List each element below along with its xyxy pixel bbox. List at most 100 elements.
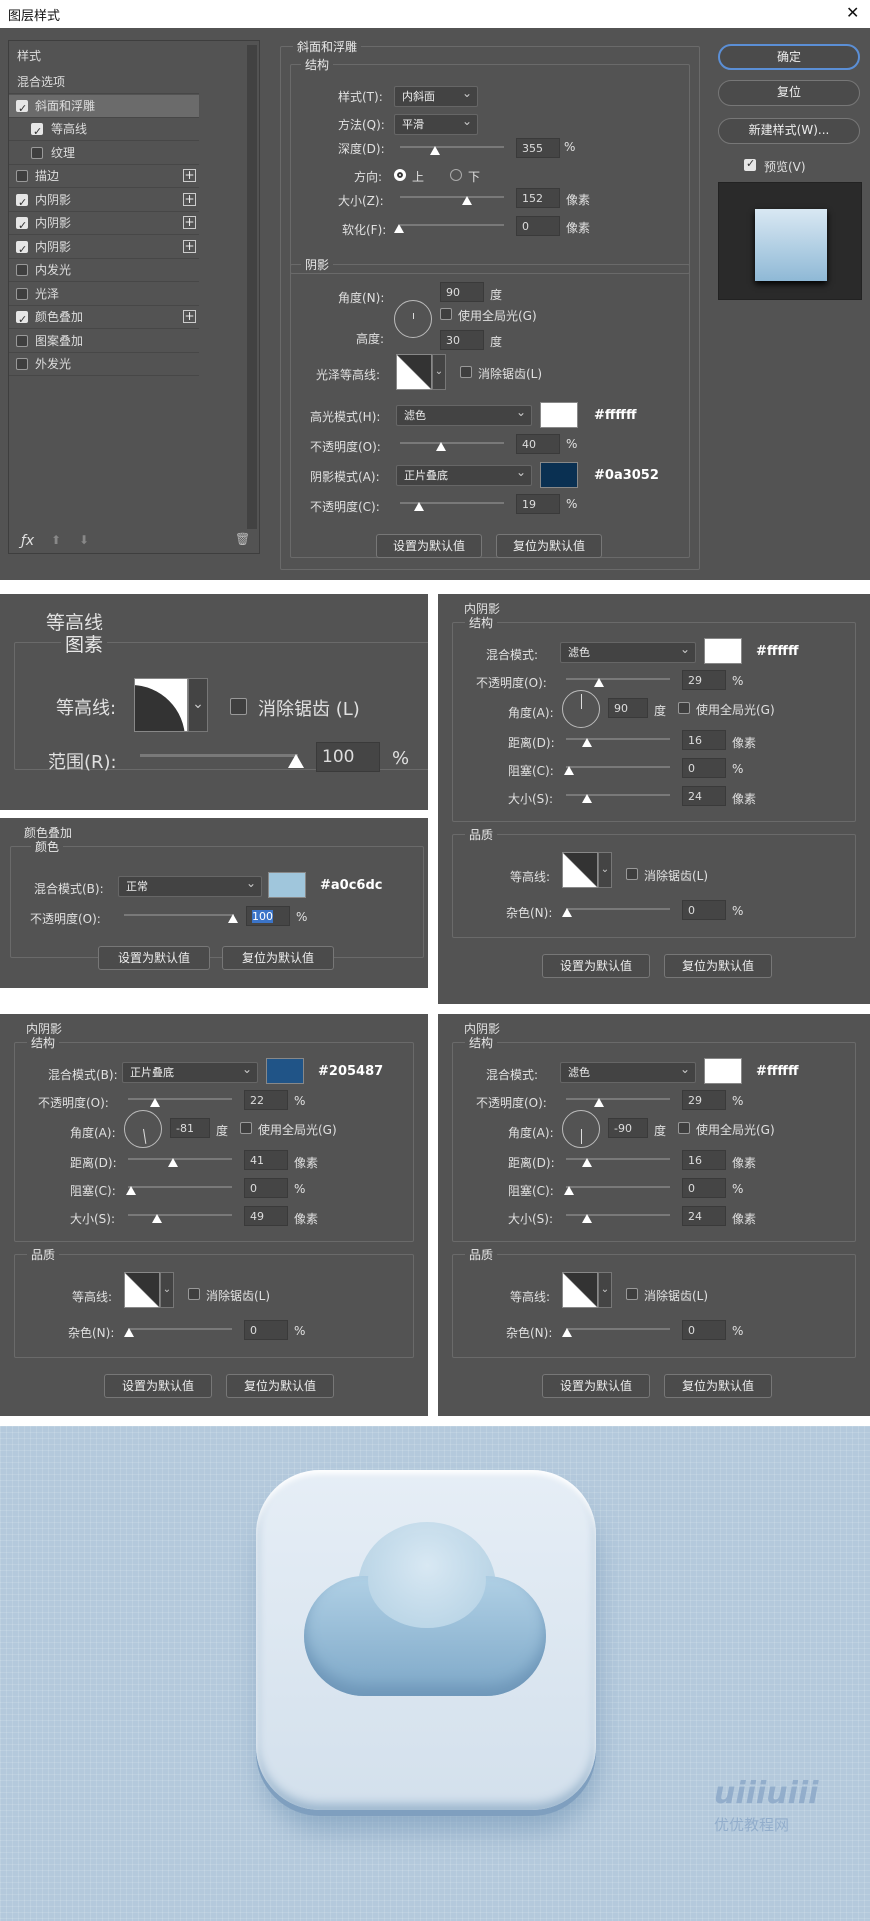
add-effect-icon[interactable]: + (183, 169, 196, 182)
shadow-opacity-input[interactable]: 19 (516, 494, 560, 514)
choke-slider-handle[interactable] (564, 1186, 574, 1195)
move-up-icon[interactable]: ⬆ (51, 533, 61, 547)
direction-down-radio[interactable] (450, 169, 462, 181)
preview-checkbox[interactable] (744, 157, 756, 171)
opacity-slider-handle[interactable] (150, 1098, 160, 1107)
angle-dial[interactable] (562, 1110, 600, 1148)
contour-picker[interactable] (562, 1272, 598, 1308)
sidebar-item-checkbox[interactable] (16, 287, 28, 300)
blend-mode-select[interactable]: 滤色 (560, 1062, 696, 1083)
sidebar-item[interactable]: 混合选项 (9, 71, 199, 94)
choke-slider[interactable] (128, 1186, 232, 1188)
style-select[interactable]: 内斜面 (394, 86, 478, 107)
sidebar-item[interactable]: 内发光 (9, 259, 199, 282)
opacity-slider-handle[interactable] (594, 1098, 604, 1107)
opacity-input[interactable]: 22 (244, 1090, 288, 1110)
size-input[interactable]: 24 (682, 1206, 726, 1226)
blend-mode-select[interactable]: 滤色 (560, 642, 696, 663)
depth-input[interactable]: 355 (516, 138, 560, 158)
set-default-button[interactable]: 设置为默认值 (542, 954, 650, 978)
opacity-slider[interactable] (566, 1098, 670, 1100)
reset-default-button[interactable]: 复位为默认值 (664, 1374, 772, 1398)
add-effect-icon[interactable]: + (183, 216, 196, 229)
sidebar-item-checkbox[interactable] (16, 358, 28, 370)
sidebar-item-checkbox[interactable] (16, 98, 28, 120)
gloss-contour-picker[interactable] (396, 354, 432, 390)
sidebar-item[interactable]: 内阴影 + (9, 189, 199, 214)
size-input[interactable]: 49 (244, 1206, 288, 1226)
distance-slider-handle[interactable] (582, 738, 592, 747)
reset-default-button[interactable]: 复位为默认值 (664, 954, 772, 978)
fx-icon[interactable]: ƒx (21, 533, 34, 549)
size-slider-handle[interactable] (582, 794, 592, 803)
add-effect-icon[interactable]: + (183, 239, 196, 253)
global-light-checkbox[interactable] (240, 1122, 252, 1134)
choke-slider-handle[interactable] (126, 1186, 136, 1195)
contour-picker[interactable] (124, 1272, 160, 1308)
distance-slider-handle[interactable] (168, 1158, 178, 1167)
technique-select[interactable]: 平滑 (394, 114, 478, 135)
depth-slider[interactable] (400, 146, 504, 148)
range-input[interactable]: 100 (316, 742, 380, 772)
noise-slider-handle[interactable] (562, 1328, 572, 1337)
global-light-checkbox[interactable] (440, 308, 452, 320)
overlay-opacity-input[interactable]: 100 (246, 906, 290, 926)
size-input[interactable]: 24 (682, 786, 726, 806)
antialias-checkbox[interactable] (188, 1288, 200, 1300)
contour-picker[interactable] (562, 852, 598, 888)
size-slider[interactable] (400, 196, 504, 198)
depth-slider-handle[interactable] (430, 146, 440, 155)
sidebar-item[interactable]: 颜色叠加 + (9, 306, 199, 331)
choke-input[interactable]: 0 (244, 1178, 288, 1198)
antialias-checkbox[interactable] (626, 1288, 638, 1300)
opacity-slider-handle[interactable] (594, 678, 604, 687)
contour-dropdown[interactable]: ⌄ (598, 1272, 612, 1308)
angle-dial[interactable] (562, 690, 600, 728)
sidebar-item[interactable]: 等高线 (9, 118, 199, 143)
opacity-input[interactable]: 29 (682, 670, 726, 690)
trash-icon[interactable]: 🗑 (235, 532, 250, 546)
shadow-color-swatch[interactable] (266, 1058, 304, 1084)
new-style-button[interactable]: 新建样式(W)... (718, 118, 860, 144)
altitude-input[interactable]: 30 (440, 330, 484, 350)
noise-input[interactable]: 0 (682, 900, 726, 920)
shadow-color-swatch[interactable] (540, 462, 578, 488)
soften-slider-handle[interactable] (394, 224, 404, 233)
sidebar-item[interactable]: 描边 + (9, 165, 199, 188)
set-default-button[interactable]: 设置为默认值 (104, 1374, 212, 1398)
set-default-button[interactable]: 设置为默认值 (542, 1374, 650, 1398)
sidebar-item-checkbox[interactable] (16, 170, 28, 182)
blend-mode-select[interactable]: 正片叠底 (122, 1062, 258, 1083)
shadow-mode-select[interactable]: 正片叠底 (396, 465, 532, 486)
reset-default-button[interactable]: 复位为默认值 (226, 1374, 334, 1398)
sidebar-item[interactable]: 纹理 (9, 142, 199, 165)
choke-slider-handle[interactable] (564, 766, 574, 775)
highlight-opacity-handle[interactable] (436, 442, 446, 451)
noise-slider[interactable] (566, 908, 670, 910)
overlay-set-default-button[interactable]: 设置为默认值 (98, 946, 210, 970)
opacity-slider[interactable] (566, 678, 670, 680)
size-slider-handle[interactable] (582, 1214, 592, 1223)
add-effect-icon[interactable]: + (183, 310, 196, 323)
antialias-checkbox[interactable] (460, 366, 472, 378)
sidebar-item-checkbox[interactable] (16, 309, 28, 331)
distance-input[interactable]: 41 (244, 1150, 288, 1170)
sidebar-item-checkbox[interactable] (16, 264, 28, 276)
global-light-checkbox[interactable] (678, 1122, 690, 1134)
highlight-color-swatch[interactable] (540, 402, 578, 428)
contour-curve-dropdown[interactable]: ⌄ (188, 678, 208, 732)
global-light-checkbox[interactable] (678, 702, 690, 714)
overlay-opacity-slider[interactable] (124, 914, 234, 916)
choke-slider[interactable] (566, 1186, 670, 1188)
noise-slider[interactable] (128, 1328, 232, 1330)
overlay-reset-default-button[interactable]: 复位为默认值 (222, 946, 334, 970)
gloss-contour-dropdown[interactable]: ⌄ (432, 354, 446, 390)
soften-input[interactable]: 0 (516, 216, 560, 236)
highlight-opacity-input[interactable]: 40 (516, 434, 560, 454)
noise-slider-handle[interactable] (562, 908, 572, 917)
distance-input[interactable]: 16 (682, 1150, 726, 1170)
reset-button[interactable]: 复位 (718, 80, 860, 106)
noise-slider[interactable] (566, 1328, 670, 1330)
sidebar-item[interactable]: 图案叠加 (9, 330, 199, 353)
sidebar-item[interactable]: 外发光 (9, 353, 199, 376)
